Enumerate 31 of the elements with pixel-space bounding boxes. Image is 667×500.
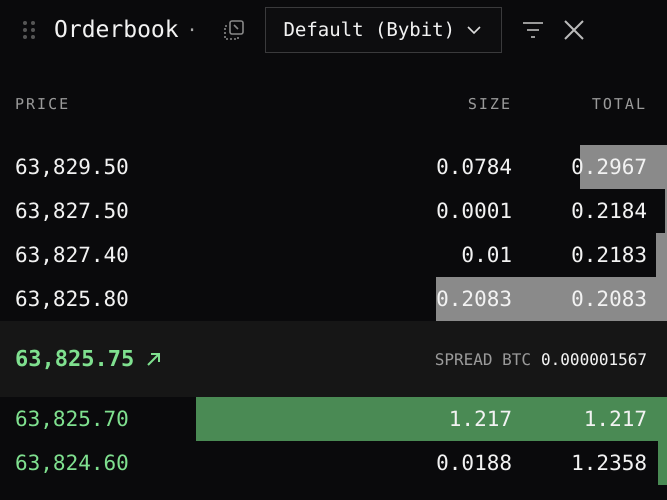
total-cell-text: 1.217 xyxy=(582,407,647,431)
price-cell-text: 63,824.60 xyxy=(15,451,130,475)
title-dot: · xyxy=(186,20,198,40)
size-cell-text: 0.0188 xyxy=(435,451,512,475)
size-cell-text: 0.0784 xyxy=(435,155,512,179)
total-cell-text: 1.2358 xyxy=(570,451,647,475)
spread-label: SPREAD BTC xyxy=(434,350,532,368)
price-cell-text: 63,827.50 xyxy=(15,199,130,223)
exchange-dropdown[interactable]: Default (Bybit) xyxy=(265,7,502,53)
total-cell-text: 0.2183 xyxy=(570,243,647,267)
size-cell-text: 1.217 xyxy=(448,407,512,431)
price-cell-text: 63,825.80 xyxy=(15,287,130,311)
total-cell-text: 0.2184 xyxy=(570,199,647,223)
column-header: PRICE xyxy=(15,95,72,113)
size-cell-text: 0.2083 xyxy=(435,287,512,311)
spread-value: 0.000001567 xyxy=(541,350,647,368)
size-cell-text: 0.01 xyxy=(460,243,512,267)
chevron-icon xyxy=(467,26,482,34)
size-cell-text: 0.0001 xyxy=(435,199,512,223)
drag-handle-icon[interactable] xyxy=(22,20,36,40)
total-cell-text: 0.2083 xyxy=(570,287,647,311)
panel-title: Orderbook xyxy=(54,17,179,43)
last-price: 63,825.75 xyxy=(15,346,134,372)
column-header: TOTAL xyxy=(590,95,647,113)
price-cell-text: 63,825.70 xyxy=(15,407,130,431)
column-header: SIZE xyxy=(466,95,512,113)
price-cell-text: 63,829.50 xyxy=(15,155,130,179)
close-icon[interactable] xyxy=(564,20,584,40)
filter-icon[interactable] xyxy=(522,21,544,39)
copy-icon[interactable] xyxy=(223,19,246,41)
price-cell-text: 63,827.40 xyxy=(15,243,130,267)
